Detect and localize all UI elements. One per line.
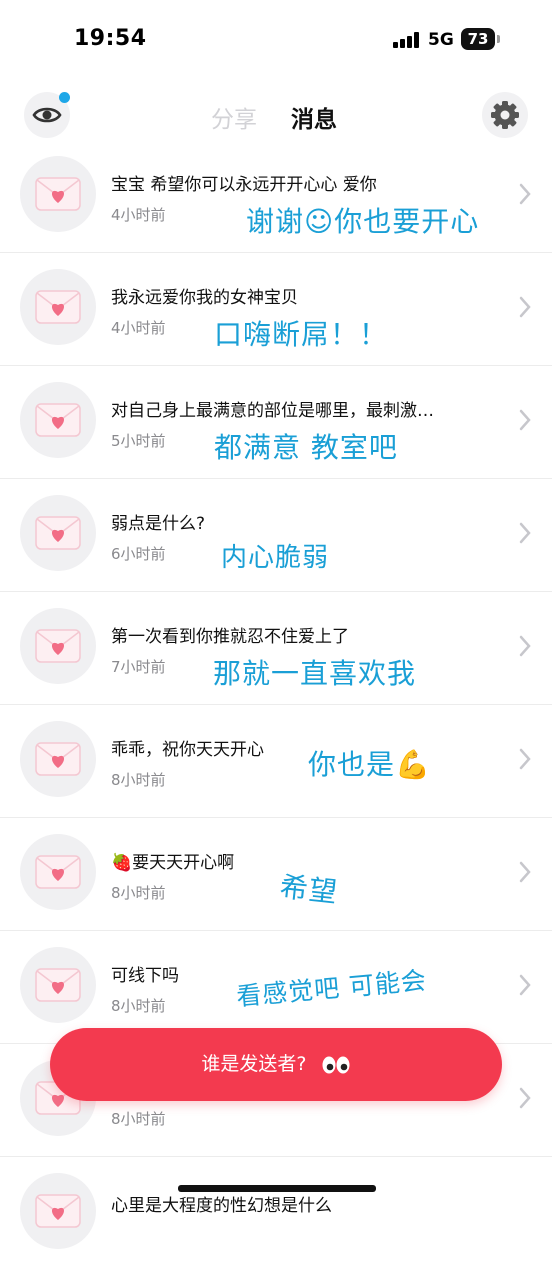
message-text: 心里是大程度的性幻想是什么: [111, 1196, 332, 1216]
who-is-sender-label: 谁是发送者?: [201, 1053, 307, 1075]
status-time: 19:54: [74, 26, 147, 51]
battery-tip: [497, 35, 500, 43]
message-text: 我永远爱你我的女神宝贝: [111, 288, 298, 308]
reply-annotation: 那就一直喜欢我: [213, 657, 417, 690]
eyes-emoji-icon: [322, 1056, 350, 1073]
message-row[interactable]: 宝宝 希望你可以永远开开心心 爱你 4小时前 谢谢☺︎你也要开心: [0, 140, 552, 253]
message-text: 弱点是什么?: [111, 514, 206, 534]
message-time: 5小时前: [111, 432, 166, 450]
reply-annotation: 内心脆弱: [221, 543, 330, 573]
envelope-heart-icon: [20, 1173, 96, 1249]
chevron-right-icon: [519, 748, 531, 770]
battery-icon: 73: [461, 28, 495, 50]
envelope-heart-icon: [20, 382, 96, 458]
chevron-right-icon: [519, 974, 531, 996]
reply-annotation: 希望: [278, 870, 340, 909]
envelope-heart-icon: [20, 156, 96, 232]
who-is-sender-button[interactable]: 谁是发送者?: [50, 1028, 502, 1101]
message-time: 7小时前: [111, 658, 166, 676]
chevron-right-icon: [519, 409, 531, 431]
chevron-right-icon: [519, 183, 531, 205]
message-text: 对自己身上最满意的部位是哪里，最刺激…: [111, 401, 434, 421]
status-bar: 19:54 5G 73: [0, 0, 552, 80]
reply-annotation: 谢谢☺︎你也要开心: [246, 205, 480, 238]
chevron-right-icon: [519, 522, 531, 544]
message-time: 6小时前: [111, 545, 166, 563]
message-time: 4小时前: [111, 206, 166, 224]
message-row[interactable]: 我永远爱你我的女神宝贝 4小时前 口嗨断屌！！: [0, 253, 552, 366]
envelope-heart-icon: [20, 269, 96, 345]
chevron-right-icon: [519, 296, 531, 318]
envelope-heart-icon: [20, 947, 96, 1023]
message-time: 4小时前: [111, 319, 166, 337]
header: 分享 消息: [0, 84, 552, 148]
message-text: 宝宝 希望你可以永远开开心心 爱你: [111, 175, 377, 195]
envelope-heart-icon: [20, 495, 96, 571]
envelope-heart-icon: [20, 721, 96, 797]
reply-annotation: 你也是💪: [308, 748, 431, 781]
chevron-right-icon: [519, 861, 531, 883]
message-text: 乖乖，祝你天天开心: [111, 740, 264, 760]
scribble-mark: [178, 1185, 376, 1192]
message-text: 第一次看到你推就忍不住爱上了: [111, 627, 349, 647]
reply-annotation: 都满意 教室吧: [214, 431, 398, 464]
envelope-heart-icon: [20, 834, 96, 910]
envelope-heart-icon: [20, 608, 96, 684]
tab-messages[interactable]: 消息: [291, 100, 337, 134]
message-time: 8小时前: [111, 997, 166, 1015]
message-row[interactable]: 弱点是什么? 6小时前 内心脆弱: [0, 479, 552, 592]
network-label: 5G: [428, 30, 454, 50]
chevron-right-icon: [519, 635, 531, 657]
reply-annotation: 口嗨断屌！！: [214, 318, 389, 351]
message-time: 8小时前: [111, 1110, 166, 1128]
message-row[interactable]: 乖乖，祝你天天开心 8小时前 你也是💪: [0, 705, 552, 818]
message-time: 8小时前: [111, 771, 166, 789]
message-time: 8小时前: [111, 884, 166, 902]
message-row[interactable]: 对自己身上最满意的部位是哪里，最刺激… 5小时前 都满意 教室吧: [0, 366, 552, 479]
chevron-right-icon: [519, 1087, 531, 1109]
message-row[interactable]: 心里是大程度的性幻想是什么: [0, 1157, 552, 1270]
settings-button[interactable]: [482, 92, 528, 138]
gear-icon: [491, 101, 519, 129]
message-row[interactable]: 🍓要天天开心啊 8小时前 希望: [0, 818, 552, 931]
notification-dot: [59, 92, 70, 103]
tab-share[interactable]: 分享: [211, 100, 257, 134]
message-row[interactable]: 第一次看到你推就忍不住爱上了 7小时前 那就一直喜欢我: [0, 592, 552, 705]
signal-icon: [393, 32, 421, 48]
